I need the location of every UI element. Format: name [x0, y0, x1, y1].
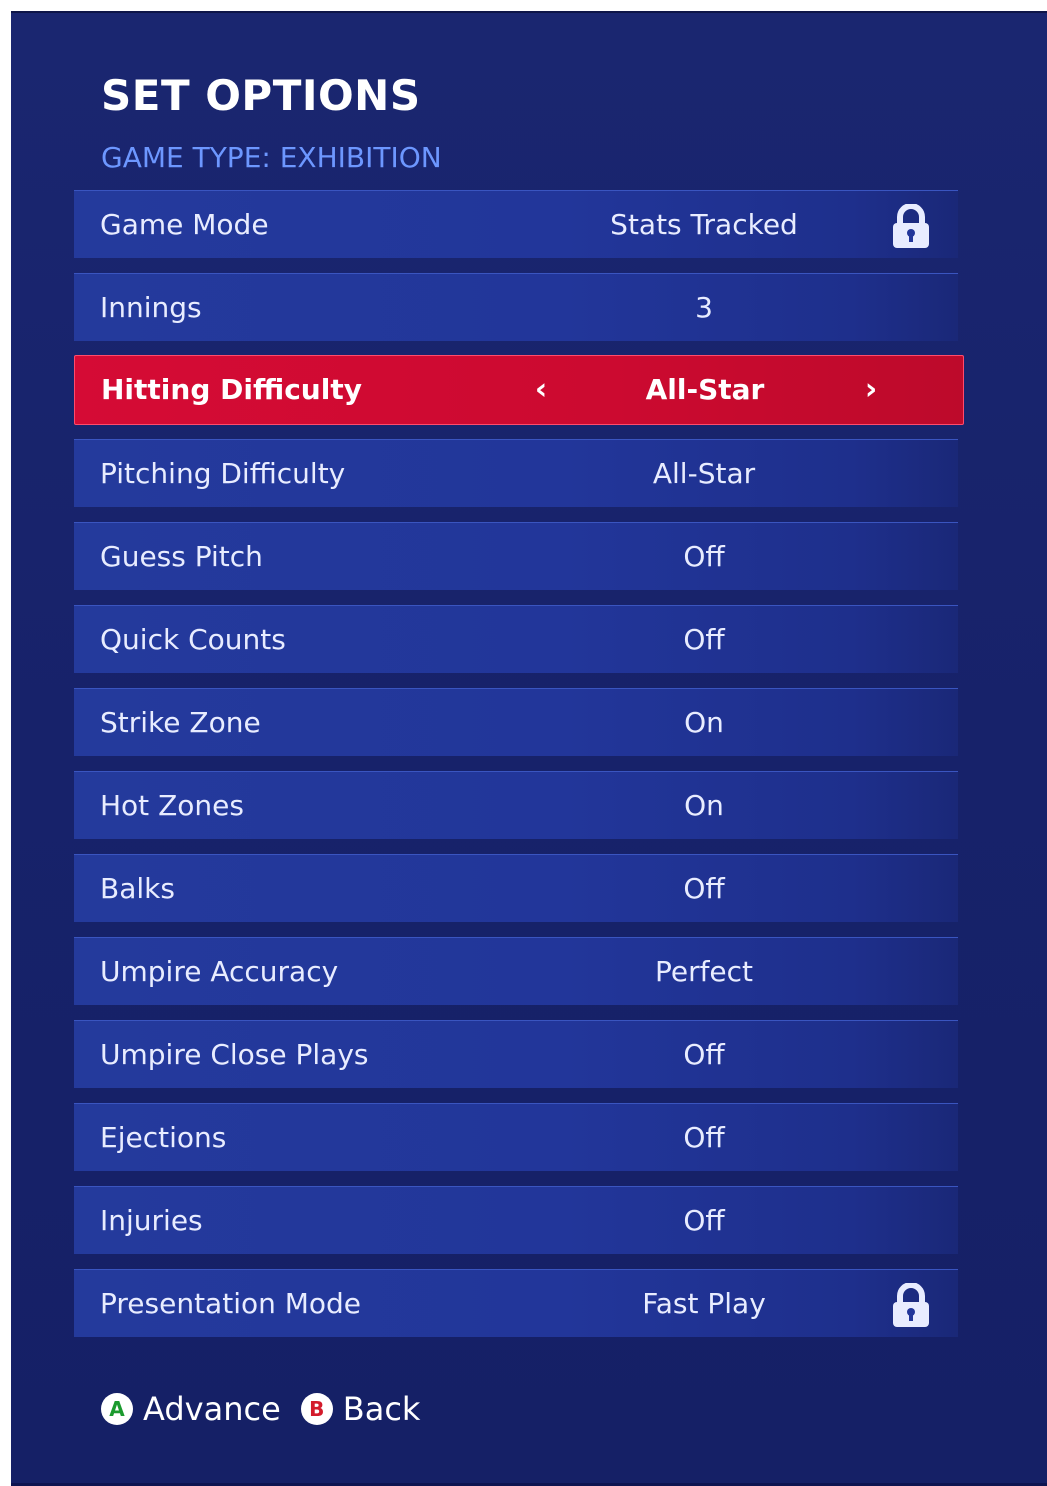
button-prompts: A Advance B Back: [101, 1389, 440, 1429]
option-label: Hot Zones: [100, 789, 244, 822]
option-label: Umpire Close Plays: [100, 1038, 369, 1071]
option-row-injuries[interactable]: Injuries Off: [74, 1186, 958, 1254]
back-label[interactable]: Back: [343, 1389, 421, 1429]
option-label: Pitching Difficulty: [100, 457, 346, 490]
option-row-presentation-mode[interactable]: Presentation Mode Fast Play: [74, 1269, 958, 1337]
option-label: Umpire Accuracy: [100, 955, 339, 988]
chevron-left-icon[interactable]: ‹: [526, 356, 556, 424]
option-row-guess-pitch[interactable]: Guess Pitch Off: [74, 522, 958, 590]
option-value: Off: [683, 1204, 725, 1237]
option-row-game-mode[interactable]: Game Mode Stats Tracked: [74, 190, 958, 258]
option-value: Off: [683, 623, 725, 656]
page-title: SET OPTIONS: [101, 71, 421, 120]
option-label: Strike Zone: [100, 706, 261, 739]
option-label: Innings: [100, 291, 202, 324]
option-row-hitting-difficulty[interactable]: Hitting Difficulty ‹ All-Star ›: [74, 355, 964, 425]
option-row-hot-zones[interactable]: Hot Zones On: [74, 771, 958, 839]
options-screen: SET OPTIONS GAME TYPE: EXHIBITION Game M…: [11, 11, 1047, 1486]
option-row-pitching-difficulty[interactable]: Pitching Difficulty All-Star: [74, 439, 958, 507]
option-value: Off: [683, 1038, 725, 1071]
option-row-umpire-accuracy[interactable]: Umpire Accuracy Perfect: [74, 937, 958, 1005]
option-value: 3: [695, 291, 713, 324]
option-value: On: [684, 706, 724, 739]
option-label: Guess Pitch: [100, 540, 263, 573]
option-value: Perfect: [654, 955, 754, 988]
game-type-subtitle: GAME TYPE: EXHIBITION: [101, 141, 442, 174]
option-value: On: [684, 789, 724, 822]
option-value: Off: [683, 540, 725, 573]
option-row-innings[interactable]: Innings 3: [74, 273, 958, 341]
option-label: Injuries: [100, 1204, 203, 1237]
option-label: Game Mode: [100, 208, 269, 241]
option-label: Presentation Mode: [100, 1287, 362, 1320]
option-row-strike-zone[interactable]: Strike Zone On: [74, 688, 958, 756]
option-label: Ejections: [100, 1121, 227, 1154]
option-value: All-Star: [652, 457, 756, 490]
option-value: Off: [683, 1121, 725, 1154]
lock-icon: [893, 1283, 929, 1327]
option-label: Balks: [100, 872, 175, 905]
top-border: [11, 11, 1047, 13]
option-row-balks[interactable]: Balks Off: [74, 854, 958, 922]
chevron-right-icon[interactable]: ›: [856, 356, 886, 424]
option-label: Quick Counts: [100, 623, 286, 656]
a-button-icon[interactable]: A: [101, 1393, 133, 1425]
b-button-icon[interactable]: B: [300, 1393, 333, 1425]
option-row-ejections[interactable]: Ejections Off: [74, 1103, 958, 1171]
option-value: Off: [683, 872, 725, 905]
advance-label[interactable]: Advance: [143, 1389, 281, 1429]
option-label: Hitting Difficulty: [101, 373, 362, 406]
option-row-quick-counts[interactable]: Quick Counts Off: [74, 605, 958, 673]
lock-icon: [893, 204, 929, 248]
option-value: Stats Tracked: [610, 208, 798, 241]
option-value: Fast Play: [642, 1287, 766, 1320]
option-row-umpire-close-plays[interactable]: Umpire Close Plays Off: [74, 1020, 958, 1088]
option-value: All-Star: [645, 373, 765, 406]
